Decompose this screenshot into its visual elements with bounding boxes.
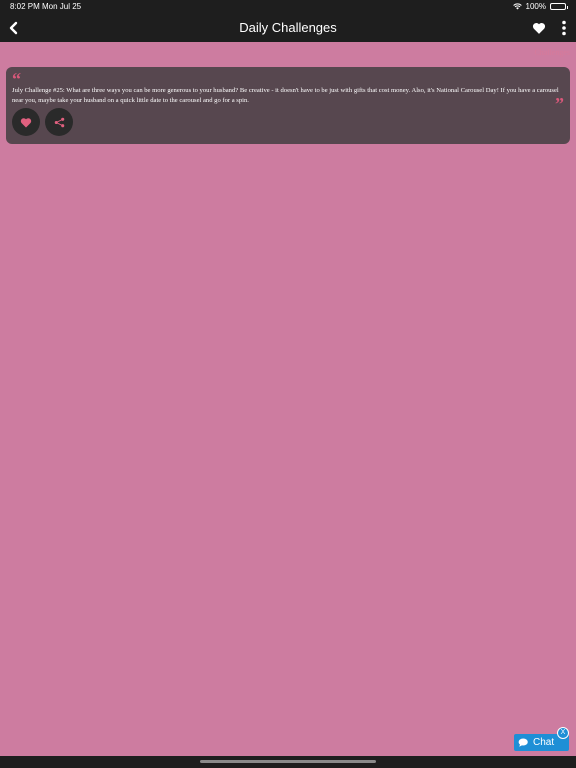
battery-percent: 100% bbox=[525, 2, 546, 11]
status-date: Mon Jul 25 bbox=[42, 2, 82, 11]
status-bar: 8:02 PM Mon Jul 25 100% bbox=[0, 0, 576, 14]
edge-text: Challenges bbox=[534, 48, 570, 57]
status-time: 8:02 PM bbox=[10, 2, 40, 11]
chat-bubble-icon bbox=[518, 738, 528, 747]
status-right: 100% bbox=[512, 2, 568, 11]
share-button[interactable] bbox=[45, 108, 73, 136]
wifi-icon bbox=[512, 3, 522, 10]
like-heart-icon bbox=[20, 117, 32, 127]
challenge-text: July Challenge #25: What are three ways … bbox=[12, 87, 559, 104]
page-title: Daily Challenges bbox=[239, 20, 337, 35]
nav-bar: Daily Challenges bbox=[0, 14, 576, 42]
quote-close-icon: ” bbox=[555, 94, 564, 114]
like-button[interactable] bbox=[12, 108, 40, 136]
chat-label: Chat bbox=[533, 737, 555, 748]
share-icon bbox=[54, 117, 64, 127]
battery-icon bbox=[550, 3, 568, 10]
challenge-card: “ July Challenge #25: What are three way… bbox=[6, 67, 570, 144]
home-indicator[interactable] bbox=[200, 760, 376, 763]
home-bar bbox=[0, 756, 576, 768]
heart-icon[interactable] bbox=[532, 21, 546, 35]
more-vertical-icon[interactable] bbox=[560, 20, 568, 36]
chat-close-button[interactable]: X bbox=[557, 727, 569, 739]
